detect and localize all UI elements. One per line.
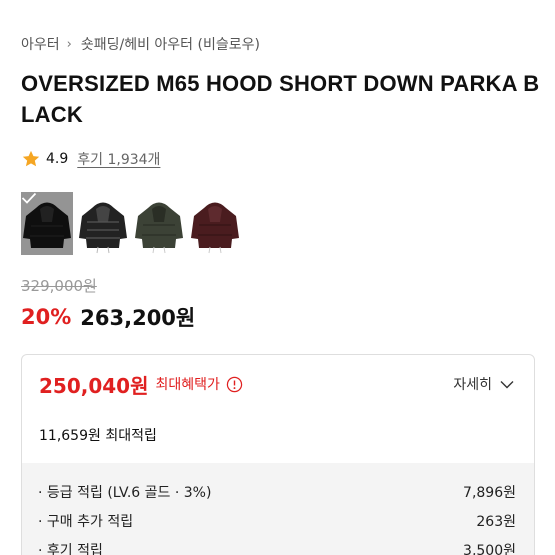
- jacket-image: [191, 202, 239, 254]
- point-label: · 후기 적립: [38, 543, 103, 555]
- point-row: · 후기 적립 3,500원: [38, 538, 516, 555]
- max-benefit-price: 250,040원: [39, 373, 149, 398]
- info-icon[interactable]: [226, 376, 243, 393]
- chevron-right-icon: ›: [66, 36, 72, 52]
- check-icon: [21, 192, 73, 255]
- product-title: OVERSIZED M65 HOOD SHORT DOWN PARKA BLAC…: [21, 71, 540, 127]
- max-benefit-header: 250,040원 최대혜택가: [39, 369, 243, 399]
- point-label: · 등급 적립 (LV.6 골드 · 3%): [38, 485, 212, 501]
- point-row: · 구매 추가 적립 263원: [38, 509, 516, 533]
- chevron-down-icon: [500, 380, 514, 388]
- jacket-image: [79, 202, 127, 254]
- color-option-black[interactable]: [21, 192, 73, 255]
- rating-summary: 4.9 후기 1,934개: [21, 147, 160, 171]
- color-option-burgundy[interactable]: [189, 192, 241, 255]
- max-points: 11,659원 최대적립: [39, 428, 157, 444]
- color-option-khaki[interactable]: [133, 192, 185, 255]
- max-benefit-label: 최대혜택가: [155, 377, 220, 393]
- review-count-link[interactable]: 후기 1,934개: [77, 149, 160, 169]
- benefit-box: 250,040원 최대혜택가 자세히 11,659원 최대적립 · 등급 적립 …: [21, 354, 535, 555]
- jacket-image: [135, 202, 183, 254]
- sale-price: 263,200원: [80, 306, 196, 330]
- point-value: 263원: [476, 514, 516, 530]
- point-value: 7,896원: [463, 485, 516, 501]
- breadcrumb-category-link[interactable]: 숏패딩/헤비 아우터 (비슬로우): [81, 34, 260, 54]
- rating-score: 4.9: [46, 151, 69, 167]
- original-price: 329,000원: [21, 277, 97, 295]
- details-button[interactable]: 자세히: [453, 371, 514, 397]
- discount-rate: 20%: [21, 305, 72, 329]
- sale-price-row: 20% 263,200원: [21, 302, 195, 332]
- point-value: 3,500원: [463, 543, 516, 555]
- point-row: · 등급 적립 (LV.6 골드 · 3%) 7,896원: [38, 480, 516, 504]
- breadcrumb: 아우터 › 숏패딩/헤비 아우터 (비슬로우): [21, 33, 260, 55]
- point-label: · 구매 추가 적립: [38, 514, 134, 530]
- details-label: 자세히: [453, 377, 492, 393]
- star-icon: [22, 150, 40, 167]
- points-breakdown: · 등급 적립 (LV.6 골드 · 3%) 7,896원 · 구매 추가 적립…: [22, 463, 534, 555]
- color-options: [21, 192, 241, 255]
- color-option-black-leather[interactable]: [77, 192, 129, 255]
- breadcrumb-outer-link[interactable]: 아우터: [21, 34, 60, 54]
